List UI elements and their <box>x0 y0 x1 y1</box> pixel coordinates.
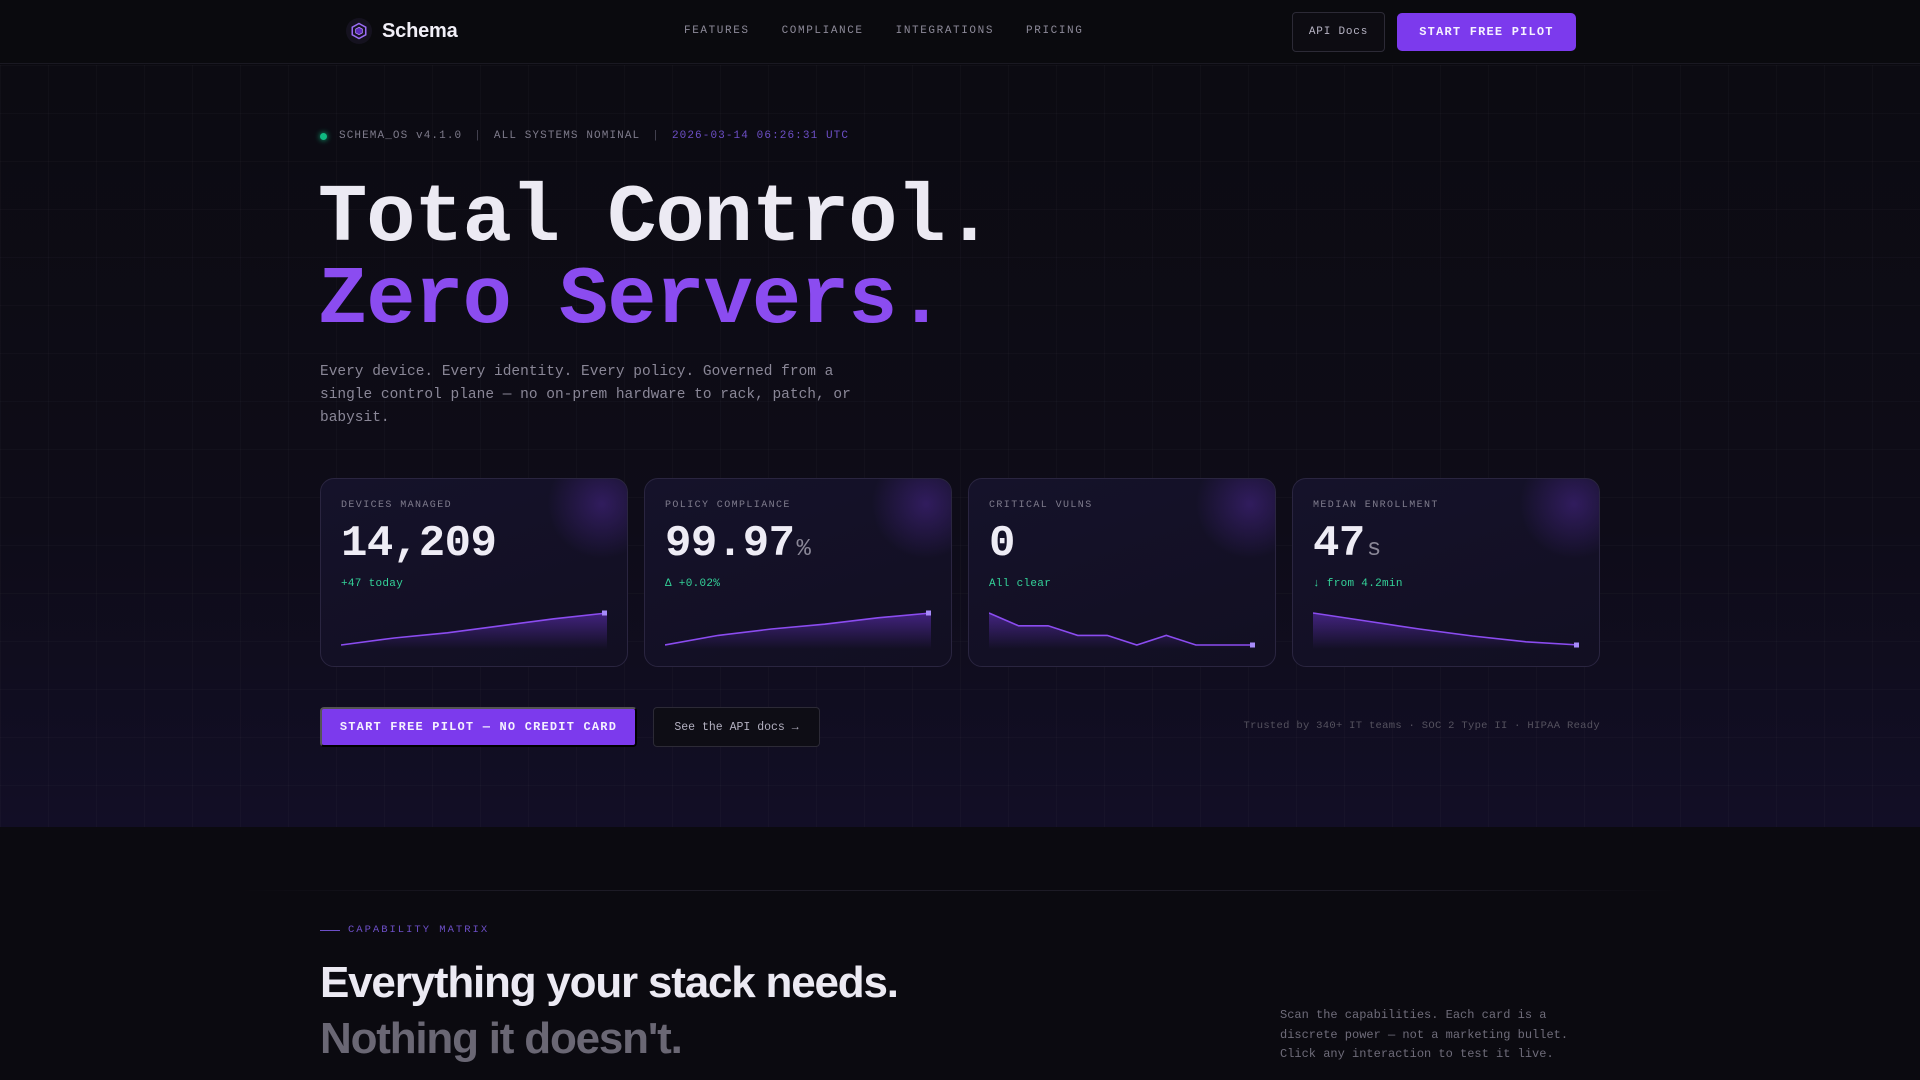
metric-value: 47s <box>1313 519 1381 569</box>
metric-number: 99.97 <box>665 519 795 569</box>
sparkline-endpoint <box>926 610 931 616</box>
sparkline-area <box>665 613 931 649</box>
eyebrow-dash-icon <box>320 929 340 931</box>
start-free-pilot-no-card-button[interactable]: START FREE PILOT — NO CREDIT CARD <box>320 707 637 747</box>
metric-card-compliance: POLICY COMPLIANCE 99.97% Δ +0.02% <box>644 478 952 667</box>
trust-badges: Trusted by 340+ IT teams · SOC 2 Type II… <box>1243 720 1600 732</box>
system-state: ALL SYSTEMS NOMINAL <box>493 130 641 142</box>
schema-logo-icon <box>346 18 372 44</box>
brand-logo-link[interactable]: Schema <box>346 18 458 44</box>
metric-cards: DEVICES MANAGED 14,209 +47 today POLICY … <box>320 478 1600 667</box>
section-title-line1: Everything your stack needs. <box>320 958 899 1007</box>
sparkline-chart <box>1313 612 1579 649</box>
metric-label: DEVICES MANAGED <box>341 500 453 511</box>
metric-unit: % <box>796 536 811 563</box>
nav-link-compliance[interactable]: COMPLIANCE <box>782 25 864 37</box>
metric-label: CRITICAL VULNS <box>989 500 1093 511</box>
sparkline-chart <box>665 610 931 649</box>
status-ok-icon <box>320 132 327 140</box>
metric-card-devices: DEVICES MANAGED 14,209 +47 today <box>320 478 628 667</box>
system-status-line: SCHEMA_OS v4.1.0 | ALL SYSTEMS NOMINAL |… <box>320 130 849 142</box>
section-description: Scan the capabilities. Each card is a di… <box>1280 1008 1569 1061</box>
capability-section: CAPABILITY MATRIX Everything your stack … <box>0 827 1920 1080</box>
section-eyebrow: CAPABILITY MATRIX <box>320 924 489 936</box>
see-api-docs-button[interactable]: See the API docs → <box>653 707 820 747</box>
metric-card-vulns: CRITICAL VULNS 0 All clear <box>968 478 1276 667</box>
sparkline-area <box>341 613 607 649</box>
metric-number: 0 <box>989 519 1015 569</box>
nav-links: FEATURES COMPLIANCE INTEGRATIONS PRICING <box>684 25 1083 37</box>
api-docs-button[interactable]: API Docs <box>1292 12 1385 52</box>
metric-number: 47 <box>1313 519 1365 569</box>
metric-number: 14,209 <box>341 519 497 569</box>
status-timestamp: 2026-03-14 06:26:31 UTC <box>671 130 850 142</box>
metric-delta: Δ +0.02% <box>665 578 721 590</box>
sparkline-chart <box>989 612 1255 649</box>
metric-label: MEDIAN ENROLLMENT <box>1313 500 1439 511</box>
metric-value: 0 <box>989 519 1017 569</box>
metric-delta: ↓ from 4.2min <box>1313 578 1403 590</box>
nav-link-features[interactable]: FEATURES <box>684 25 750 37</box>
sparkline-endpoint <box>1574 642 1579 648</box>
nav-link-integrations[interactable]: INTEGRATIONS <box>896 25 994 37</box>
section-divider <box>240 890 1680 891</box>
metric-unit: s <box>1366 536 1381 563</box>
hero-title-line1: Total Control. <box>318 172 994 265</box>
sparkline-endpoint <box>602 610 607 616</box>
metric-label: POLICY COMPLIANCE <box>665 500 791 511</box>
start-free-pilot-button[interactable]: START FREE PILOT <box>1397 13 1576 51</box>
status-separator: | <box>652 130 660 142</box>
metric-value: 99.97% <box>665 519 811 569</box>
hero-cta-row: START FREE PILOT — NO CREDIT CARD See th… <box>320 707 820 747</box>
sparkline-area <box>989 613 1255 649</box>
metric-delta: All clear <box>989 578 1052 590</box>
top-nav: Schema FEATURES COMPLIANCE INTEGRATIONS … <box>0 0 1920 64</box>
section-title: Everything your stack needs. Nothing it … <box>320 955 899 1067</box>
os-version: SCHEMA_OS v4.1.0 <box>339 130 463 142</box>
sparkline-endpoint <box>1250 642 1255 648</box>
sparkline-chart <box>341 610 607 649</box>
hero-title-line2: Zero Servers. <box>318 254 946 347</box>
nav-link-pricing[interactable]: PRICING <box>1026 25 1083 37</box>
eyebrow-text: CAPABILITY MATRIX <box>348 924 490 936</box>
hero-subtitle: Every device. Every identity. Every poli… <box>320 364 851 426</box>
metric-card-enrollment: MEDIAN ENROLLMENT 47s ↓ from 4.2min <box>1292 478 1600 667</box>
metric-value: 14,209 <box>341 519 498 569</box>
brand-name: Schema <box>382 19 458 42</box>
section-title-line2: Nothing it doesn't. <box>320 1014 683 1063</box>
hero-title: Total Control. Zero Servers. <box>318 172 994 347</box>
status-separator: | <box>474 130 482 142</box>
hero-section: SCHEMA_OS v4.1.0 | ALL SYSTEMS NOMINAL |… <box>0 65 1920 827</box>
metric-delta: +47 today <box>341 578 404 590</box>
